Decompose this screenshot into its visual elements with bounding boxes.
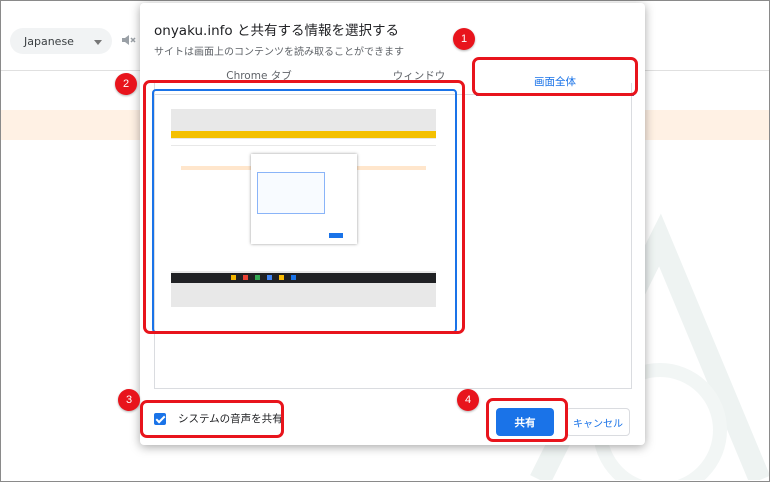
chevron-down-icon: [94, 40, 102, 45]
step-marker-1: 1: [453, 28, 475, 50]
highlight-share-button: [486, 398, 568, 442]
language-select-value: Japanese: [24, 34, 74, 48]
cancel-button[interactable]: キャンセル: [566, 408, 630, 436]
language-select[interactable]: Japanese: [10, 28, 112, 54]
step-marker-3: 3: [118, 389, 140, 411]
highlight-screen-thumbnail: [143, 80, 465, 334]
highlight-entire-screen-tab: [472, 57, 638, 96]
step-marker-2: 2: [115, 73, 137, 95]
step-marker-4: 4: [457, 389, 479, 411]
dialog-subtitle: サイトは画面上のコンテンツを読み取ることができます: [154, 47, 404, 58]
speaker-muted-icon[interactable]: [120, 32, 136, 48]
highlight-share-audio: [140, 400, 284, 438]
dialog-title: onyaku.info と共有する情報を選択する: [154, 23, 399, 39]
